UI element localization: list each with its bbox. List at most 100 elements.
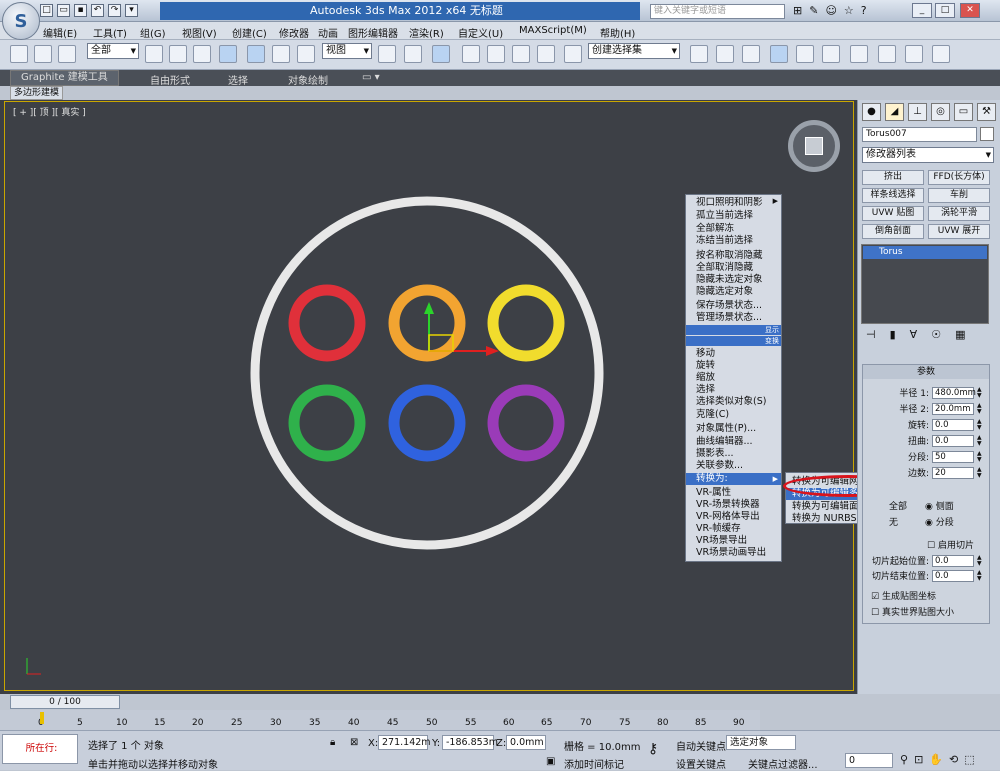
make-unique-icon[interactable]: ∀ xyxy=(910,328,918,341)
tab-freeform[interactable]: 自由形式 xyxy=(150,72,190,87)
menu-help[interactable]: 帮助(H) xyxy=(600,25,635,40)
menu-item-unfreeze-all[interactable]: 全部解冻 xyxy=(696,223,734,234)
mod-uvw-map-button[interactable]: UVW 贴图 xyxy=(862,206,924,221)
twist-field[interactable]: 0.0 xyxy=(932,434,974,447)
track-bar[interactable]: 0 5 10 15 20 25 30 35 40 45 50 55 60 65 … xyxy=(0,710,760,730)
angle-snap-icon[interactable] xyxy=(487,45,505,63)
rollout-title[interactable]: 参数 xyxy=(863,365,989,379)
menu-item-scale[interactable]: 缩放 xyxy=(696,372,715,383)
ref-coord-dropdown[interactable]: 视图 xyxy=(322,43,372,59)
render-setup-icon[interactable] xyxy=(878,45,896,63)
menu-edit[interactable]: 编辑(E) xyxy=(43,25,77,40)
menu-group[interactable]: 组(G) xyxy=(140,25,166,40)
y-coord-field[interactable]: -186.853m xyxy=(442,735,498,750)
gen-mapping-checkbox[interactable]: ☑ 生成贴图坐标 xyxy=(871,589,936,602)
slice-to-field[interactable]: 0.0 xyxy=(932,569,974,582)
keyboard-shortcut-icon[interactable] xyxy=(432,45,450,63)
autokey-button[interactable]: 自动关键点 xyxy=(676,738,726,753)
mirror-icon[interactable] xyxy=(690,45,708,63)
menu-item-vr-mesh-export[interactable]: VR-网格体导出 xyxy=(696,511,760,522)
layer-manager-icon[interactable] xyxy=(742,45,760,63)
app-logo-icon[interactable]: S xyxy=(2,2,40,40)
spinner-icon[interactable]: ▲ ▼ xyxy=(977,386,983,399)
maximize-button[interactable]: □ xyxy=(935,3,955,18)
rendered-frame-icon[interactable] xyxy=(905,45,923,63)
menu-modifiers[interactable]: 修改器 xyxy=(279,25,309,40)
star-icon[interactable]: ☆ xyxy=(844,4,854,17)
tab-selection[interactable]: 选择 xyxy=(228,72,248,87)
selection-filter-dropdown[interactable]: 全部 xyxy=(87,43,139,59)
render-teapot-icon[interactable] xyxy=(932,45,950,63)
setkey-button[interactable]: 设置关键点 xyxy=(676,756,726,771)
menu-item-clone[interactable]: 克隆(C) xyxy=(696,409,729,420)
sides-field[interactable]: 20 xyxy=(932,466,974,479)
pan-icon[interactable]: ✋ xyxy=(929,753,943,766)
menu-item-vr-frame-buffer[interactable]: VR-帧缓存 xyxy=(696,523,741,534)
spinner-icon[interactable]: ▲ ▼ xyxy=(977,418,983,431)
unlink-icon[interactable] xyxy=(34,45,52,63)
add-time-tag[interactable]: 添加时间标记 xyxy=(564,756,624,771)
select-move-icon[interactable] xyxy=(247,45,265,63)
tab-graphite[interactable]: Graphite 建模工具 xyxy=(10,70,119,86)
smooth-all-radio[interactable]: 全部 xyxy=(889,499,907,512)
modify-tab-icon[interactable]: ◢ xyxy=(885,103,904,121)
smooth-segment-radio[interactable]: ◉ 分段 xyxy=(925,515,954,528)
snaps-toggle-icon[interactable] xyxy=(462,45,480,63)
menu-item-hide-unselected[interactable]: 隐藏未选定对象 xyxy=(696,274,763,285)
menu-item-dope-sheet[interactable]: 摄影表... xyxy=(696,448,734,459)
mod-uvw-unwrap-button[interactable]: UVW 展开 xyxy=(928,224,990,239)
menu-item-vr-scene-export[interactable]: VR场景导出 xyxy=(696,535,747,546)
time-slider[interactable]: 0 / 100 xyxy=(10,695,120,709)
menu-item-object-properties[interactable]: 对象属性(P)... xyxy=(696,423,756,434)
smooth-none-radio[interactable]: 无 xyxy=(889,515,898,528)
edit-named-sel-icon[interactable] xyxy=(564,45,582,63)
object-color-swatch[interactable] xyxy=(980,127,994,141)
mod-bevel-profile-button[interactable]: 倒角剖面 xyxy=(862,224,924,239)
radius1-field[interactable]: 480.0mm xyxy=(932,386,976,399)
spinner-icon[interactable]: ▲ ▼ xyxy=(977,450,983,463)
segments-field[interactable]: 50 xyxy=(932,450,974,463)
help-icon[interactable]: ? xyxy=(861,4,867,17)
ribbon-options-icon[interactable]: ▭ ▾ xyxy=(362,72,380,83)
maxscript-listener[interactable]: 所在行: xyxy=(2,734,78,764)
smooth-side-radio[interactable]: ◉ 侧面 xyxy=(925,499,954,512)
search-input[interactable]: 键入关键字或短语 xyxy=(650,4,785,19)
percent-snap-icon[interactable] xyxy=(512,45,530,63)
rotation-field[interactable]: 0.0 xyxy=(932,418,974,431)
key-filters-button[interactable]: 关键点过滤器... xyxy=(748,756,818,771)
menu-item-convert-highlight[interactable]: 转换为: ▶ xyxy=(686,473,781,485)
menu-maxscript[interactable]: MAXScript(M) xyxy=(519,25,587,36)
menu-item-manage-scene-states[interactable]: 管理场景状态... xyxy=(696,312,762,323)
tools-icon[interactable]: ✎ xyxy=(809,4,818,17)
menu-tools[interactable]: 工具(T) xyxy=(93,25,127,40)
bind-spacewarp-icon[interactable] xyxy=(58,45,76,63)
open-file-icon[interactable]: ▭ xyxy=(57,4,70,17)
select-object-icon[interactable] xyxy=(145,45,163,63)
x-coord-field[interactable]: 271.142m xyxy=(378,735,431,750)
menu-item-move[interactable]: 移动 xyxy=(696,348,715,359)
lock-icon[interactable]: 🔒︎ xyxy=(330,737,335,748)
select-manipulate-icon[interactable] xyxy=(404,45,422,63)
menu-item-hide-selected[interactable]: 隐藏选定对象 xyxy=(696,286,753,297)
menu-item-lighting[interactable]: 视口照明和阴影 xyxy=(696,197,763,208)
current-frame-field[interactable]: 0 xyxy=(845,753,893,768)
window-crossing-icon[interactable] xyxy=(219,45,237,63)
menu-item-vr-anim-export[interactable]: VR场景动画导出 xyxy=(696,547,766,558)
minimize-button[interactable]: _ xyxy=(912,3,932,18)
spinner-icon[interactable]: ▲ ▼ xyxy=(977,402,983,415)
menu-customize[interactable]: 自定义(U) xyxy=(458,25,503,40)
select-scale-icon[interactable] xyxy=(297,45,315,63)
time-slider-marker[interactable] xyxy=(40,712,44,724)
menu-item-vr-scene-converter[interactable]: VR-场景转换器 xyxy=(696,499,760,510)
align-icon[interactable] xyxy=(716,45,734,63)
select-by-name-icon[interactable] xyxy=(169,45,187,63)
spinner-icon[interactable]: ▲ ▼ xyxy=(977,554,983,567)
modifier-stack[interactable]: Torus xyxy=(861,244,989,324)
radius2-field[interactable]: 20.0mm xyxy=(932,402,974,415)
spinner-icon[interactable]: ▲ ▼ xyxy=(977,569,983,582)
menu-views[interactable]: 视图(V) xyxy=(182,25,217,40)
material-editor-icon[interactable] xyxy=(850,45,868,63)
add-time-tag-icon[interactable]: ▣ xyxy=(546,756,555,767)
pin-stack-icon[interactable]: ⊣ xyxy=(866,328,876,341)
mod-spline-select-button[interactable]: 样条线选择 xyxy=(862,188,924,203)
